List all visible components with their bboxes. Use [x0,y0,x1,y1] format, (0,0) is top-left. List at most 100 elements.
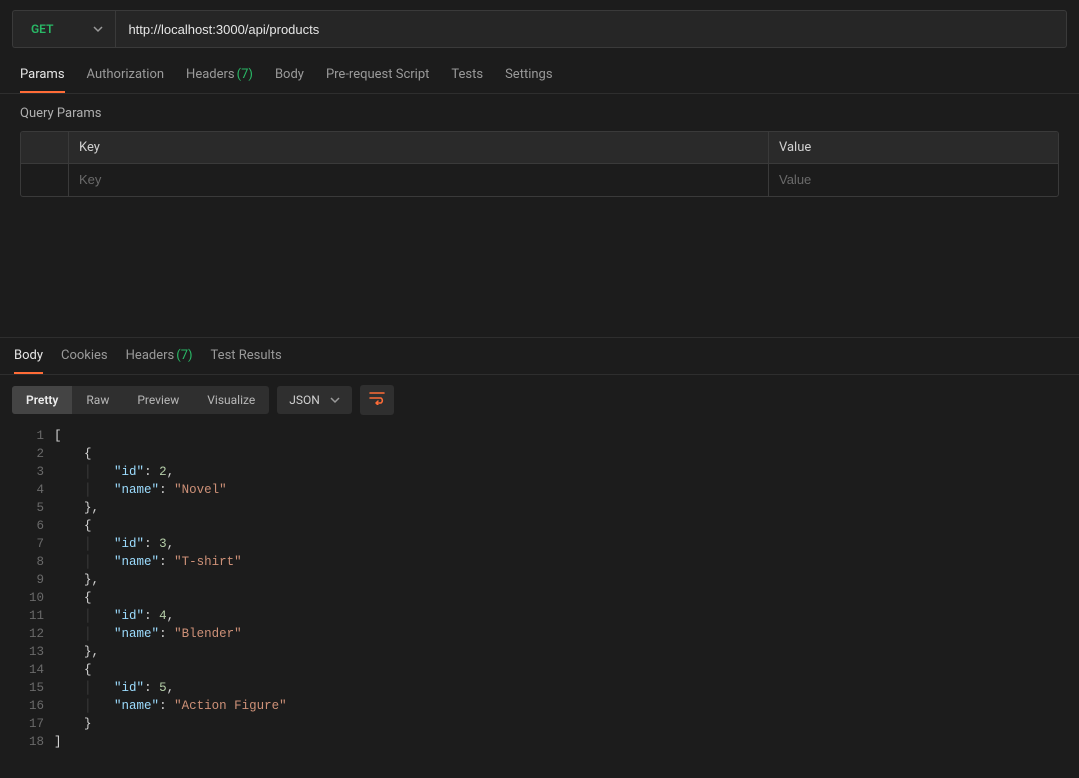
code-text: [ [54,427,62,445]
resp-tab-headers[interactable]: Headers (7) [126,338,193,374]
tab-label: Headers [126,348,175,363]
col-header-key: Key [69,132,769,163]
code-text: │ "name": "Novel" [54,481,227,499]
code-line: 12 │ "name": "Blender" [0,625,1079,643]
tab-label: Tests [451,67,483,82]
code-line: 7 │ "id": 3, [0,535,1079,553]
line-number: 14 [0,661,54,679]
row-handle[interactable] [21,164,69,196]
code-line: 16 │ "name": "Action Figure" [0,697,1079,715]
code-text: }, [54,643,99,661]
line-number: 9 [0,571,54,589]
view-preview-button[interactable]: Preview [123,386,193,414]
tab-label: Body [14,348,43,363]
line-number: 8 [0,553,54,571]
url-input[interactable] [128,22,1054,37]
view-pretty-button[interactable]: Pretty [12,386,72,414]
tab-label: Test Results [211,348,282,363]
http-method-label: GET [31,22,53,36]
code-text: │ "name": "T-shirt" [54,553,242,571]
query-params-section: Query Params Key Value [0,94,1079,197]
url-input-container [115,10,1067,48]
tab-count: (7) [176,348,192,363]
code-line: 11 │ "id": 4, [0,607,1079,625]
tab-label: Authorization [87,67,165,82]
panel-spacer [0,197,1079,337]
param-value-input[interactable] [779,172,1048,187]
tab-label: Params [20,67,65,82]
body-format-label: JSON [289,393,320,407]
code-text: { [54,589,92,607]
tab-params[interactable]: Params [20,58,65,93]
code-line: 6 { [0,517,1079,535]
line-number: 5 [0,499,54,517]
code-line: 18] [0,733,1079,751]
tab-label: Settings [505,67,552,82]
code-text: { [54,445,92,463]
request-url-bar: GET [0,0,1079,58]
code-line: 13 }, [0,643,1079,661]
http-method-select[interactable]: GET [12,10,115,48]
body-view-toggle: Pretty Raw Preview Visualize [12,386,269,414]
request-tabs: Params Authorization Headers (7) Body Pr… [0,58,1079,94]
response-body-viewer[interactable]: 1[2 {3 │ "id": 2,4 │ "name": "Novel"5 },… [0,425,1079,761]
line-number: 2 [0,445,54,463]
code-text: │ "name": "Action Figure" [54,697,287,715]
code-line: 14 { [0,661,1079,679]
code-text: │ "name": "Blender" [54,625,242,643]
tab-label: Pre-request Script [326,67,429,82]
line-number: 12 [0,625,54,643]
code-text: { [54,661,92,679]
code-text: │ "id": 3, [54,535,174,553]
tab-settings[interactable]: Settings [505,58,552,93]
col-header-value: Value [769,132,1058,163]
tab-headers[interactable]: Headers (7) [186,58,253,93]
table-header-row: Key Value [21,132,1058,164]
table-row [21,164,1058,196]
line-number: 4 [0,481,54,499]
body-format-select[interactable]: JSON [277,386,352,414]
line-number: 11 [0,607,54,625]
body-view-controls: Pretty Raw Preview Visualize JSON [0,375,1079,425]
code-line: 8 │ "name": "T-shirt" [0,553,1079,571]
code-text: }, [54,499,99,517]
view-visualize-button[interactable]: Visualize [193,386,269,414]
code-text: { [54,517,92,535]
code-line: 3 │ "id": 2, [0,463,1079,481]
line-number: 7 [0,535,54,553]
tab-label: Headers [186,67,235,82]
resp-tab-body[interactable]: Body [14,338,43,374]
tab-authorization[interactable]: Authorization [87,58,165,93]
tab-body[interactable]: Body [275,58,304,93]
code-line: 2 { [0,445,1079,463]
code-text: }, [54,571,99,589]
code-line: 15 │ "id": 5, [0,679,1079,697]
line-wrap-button[interactable] [360,385,394,415]
tab-tests[interactable]: Tests [451,58,483,93]
chevron-down-icon [93,24,103,34]
line-number: 10 [0,589,54,607]
code-text: ] [54,733,62,751]
code-line: 5 }, [0,499,1079,517]
line-number: 18 [0,733,54,751]
tab-prerequest[interactable]: Pre-request Script [326,58,429,93]
line-number: 17 [0,715,54,733]
tab-label: Body [275,67,304,82]
query-params-table: Key Value [20,131,1059,197]
param-key-input[interactable] [79,172,758,187]
resp-tab-test-results[interactable]: Test Results [211,338,282,374]
line-number: 15 [0,679,54,697]
line-number: 1 [0,427,54,445]
tab-label: Cookies [61,348,108,363]
query-params-title: Query Params [20,106,1059,121]
code-line: 4 │ "name": "Novel" [0,481,1079,499]
line-wrap-icon [369,391,385,409]
code-text: │ "id": 5, [54,679,174,697]
resp-tab-cookies[interactable]: Cookies [61,338,108,374]
code-line: 10 { [0,589,1079,607]
response-tabs: Body Cookies Headers (7) Test Results [0,337,1079,375]
line-number: 16 [0,697,54,715]
code-line: 1[ [0,427,1079,445]
code-text: │ "id": 2, [54,463,174,481]
view-raw-button[interactable]: Raw [72,386,123,414]
